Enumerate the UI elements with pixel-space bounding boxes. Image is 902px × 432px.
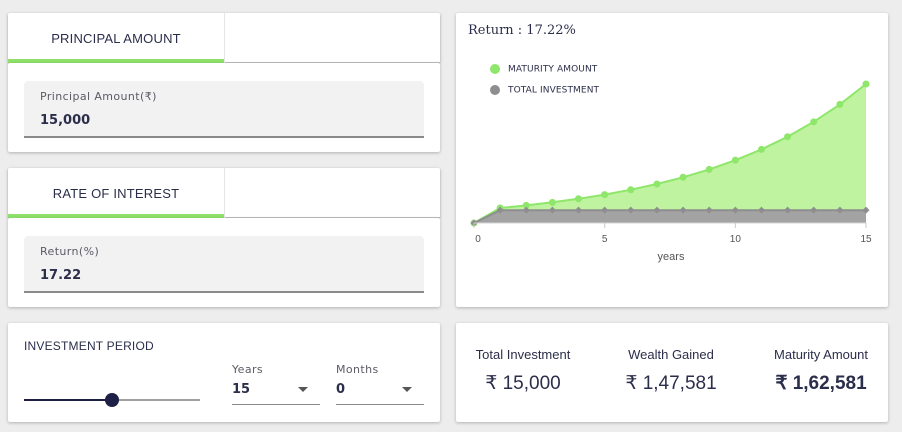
x-tick-label: 5 [602, 234, 608, 245]
maturity-point [757, 145, 765, 153]
interest-tab-card: RATE OF INTEREST [8, 168, 440, 218]
tab-rate-of-interest-label: RATE OF INTEREST [52, 185, 180, 201]
interest-tab-bar: RATE OF INTEREST [8, 168, 440, 218]
maturity-point [627, 186, 635, 194]
tab-principal-amount-label: PRINCIPAL AMOUNT [51, 30, 181, 46]
wealth-gained-value: ₹ 1,47,581 [625, 373, 717, 394]
maturity-point [653, 180, 661, 188]
return-percent-label: Return(%) [40, 245, 100, 258]
investment-period-slider[interactable] [24, 393, 200, 407]
area-maturity [474, 84, 866, 223]
x-tick-label: 0 [475, 234, 481, 245]
investment-period-card: INVESTMENT PERIOD Years 15 Months 0 [8, 323, 440, 422]
return-percent-field[interactable]: Return(%) 17.22 [24, 236, 424, 293]
slider-fill [24, 399, 112, 401]
years-value: 15 [232, 382, 251, 397]
maturity-point [862, 80, 870, 88]
principal-amount-value[interactable]: 15,000 [40, 113, 90, 128]
months-label: Months [336, 363, 379, 376]
investment-period-title: INVESTMENT PERIOD [24, 339, 154, 353]
total-investment-value: ₹ 15,000 [485, 373, 561, 394]
x-tick-label: 10 [730, 234, 742, 245]
maturity-point [548, 198, 556, 206]
tab-principal-amount[interactable]: PRINCIPAL AMOUNT [8, 13, 224, 63]
tab-rate-of-interest[interactable]: RATE OF INTEREST [8, 168, 224, 218]
principal-amount-label: Principal Amount(₹) [40, 90, 157, 103]
maturity-point [601, 191, 609, 199]
total-investment-label: Total Investment [475, 347, 571, 362]
years-label: Years [232, 363, 264, 376]
return-chart: 0 5 10 15 years [470, 80, 872, 263]
tab-divider [224, 168, 225, 218]
total-investment-summary: Total Investment ₹ 15,000 [466, 347, 580, 395]
principal-tab-bar: PRINCIPAL AMOUNT [8, 13, 440, 63]
maturity-point [731, 156, 739, 164]
interest-input-card: Return(%) 17.22 [8, 218, 440, 307]
tab-divider [224, 13, 225, 63]
return-percent-value[interactable]: 17.22 [40, 268, 81, 283]
maturity-amount-summary: Maturity Amount ₹ 1,62,581 [762, 347, 880, 395]
maturity-point [784, 133, 792, 141]
x-tick-label: 15 [860, 234, 872, 245]
x-axis-label: years [658, 251, 685, 263]
maturity-amount-value: ₹ 1,62,581 [775, 373, 867, 394]
maturity-point [705, 165, 713, 173]
months-value: 0 [336, 382, 346, 397]
principal-amount-field[interactable]: Principal Amount(₹) 15,000 [24, 81, 424, 138]
principal-tab-card: PRINCIPAL AMOUNT [8, 13, 440, 63]
maturity-point [575, 195, 583, 203]
chevron-down-icon [402, 387, 412, 392]
maturity-point [679, 173, 687, 181]
maturity-point [836, 100, 844, 108]
wealth-gained-summary: Wealth Gained ₹ 1,47,581 [614, 347, 728, 395]
principal-input-card: Principal Amount(₹) 15,000 [8, 63, 440, 152]
chevron-down-icon [298, 387, 308, 392]
wealth-gained-label: Wealth Gained [628, 347, 714, 362]
summary-card: Total Investment ₹ 15,000 Wealth Gained … [456, 323, 888, 422]
maturity-amount-label: Maturity Amount [774, 347, 868, 362]
area-investment [474, 210, 866, 223]
maturity-point [810, 118, 818, 126]
return-chart-card: Return : 17.22% MATURITY AMOUNT TOTAL IN… [456, 13, 888, 307]
years-select[interactable]: Years 15 [232, 363, 320, 405]
months-select[interactable]: Months 0 [336, 363, 424, 405]
slider-thumb[interactable] [105, 393, 119, 407]
